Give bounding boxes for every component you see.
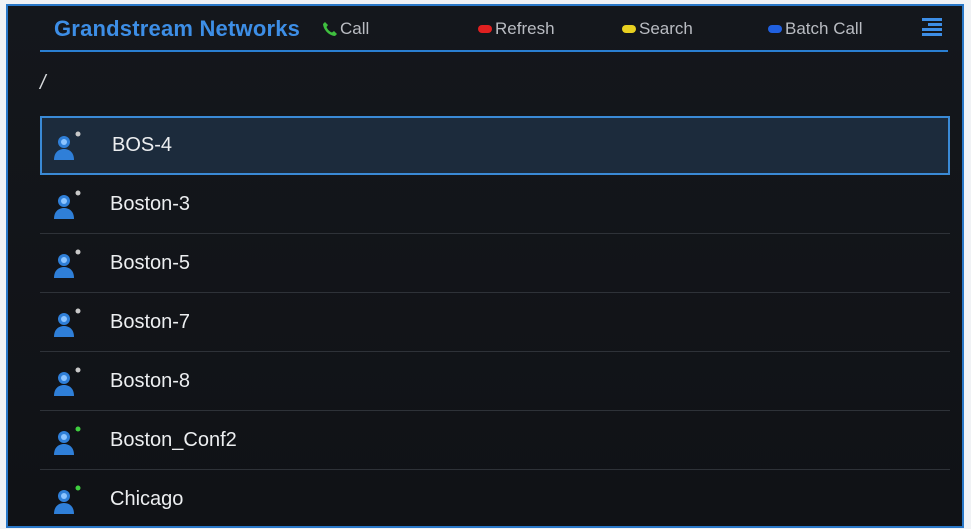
search-label: Search [639,19,693,38]
contact-icon [54,367,81,396]
contact-name: Boston-8 [110,370,191,392]
header-bar: Grandstream Networks Call Refresh Search… [40,6,948,52]
red-key-icon [478,25,492,33]
yellow-key-icon [622,25,636,33]
refresh-label: Refresh [495,19,555,38]
contact-row[interactable]: Boston-7 [40,293,950,352]
contact-icon [54,426,81,455]
refresh-softkey[interactable]: Refresh [478,18,555,40]
app-title: Grandstream Networks [54,16,301,41]
batch-call-softkey[interactable]: Batch Call [768,18,862,40]
contact-row[interactable]: Boston-5 [40,234,950,293]
blue-key-icon [768,25,782,33]
batch-call-label: Batch Call [785,19,863,38]
contact-row[interactable]: Boston_Conf2 [40,411,950,470]
contact-name: Boston-5 [110,252,191,274]
contact-name: Boston-7 [110,311,191,333]
contact-name: Chicago [110,488,184,510]
contact-icon [54,485,81,514]
contact-name: BOS-4 [112,134,173,156]
contact-row[interactable]: BOS-4 [40,116,950,175]
contact-icon [54,131,81,160]
call-softkey[interactable]: Call [322,18,369,40]
contact-icon [54,190,81,219]
menu-lines-icon[interactable] [922,18,942,38]
contact-row[interactable]: Boston-8 [40,352,950,411]
contact-name: Boston-3 [110,193,191,215]
contact-icon [54,308,81,337]
phone-icon [323,22,337,36]
call-label: Call [340,19,370,38]
contact-row[interactable]: Chicago [40,470,950,526]
contact-list: BOS-4 Boston-3 Boston-5 Boston-7 Boston-… [40,116,950,526]
directory-path: / [40,72,46,94]
contact-row[interactable]: Boston-3 [40,175,950,234]
contact-icon [54,249,81,278]
contact-name: Boston_Conf2 [110,429,237,451]
search-softkey[interactable]: Search [622,18,693,40]
screen-frame: Grandstream Networks Call Refresh Search… [6,4,964,528]
